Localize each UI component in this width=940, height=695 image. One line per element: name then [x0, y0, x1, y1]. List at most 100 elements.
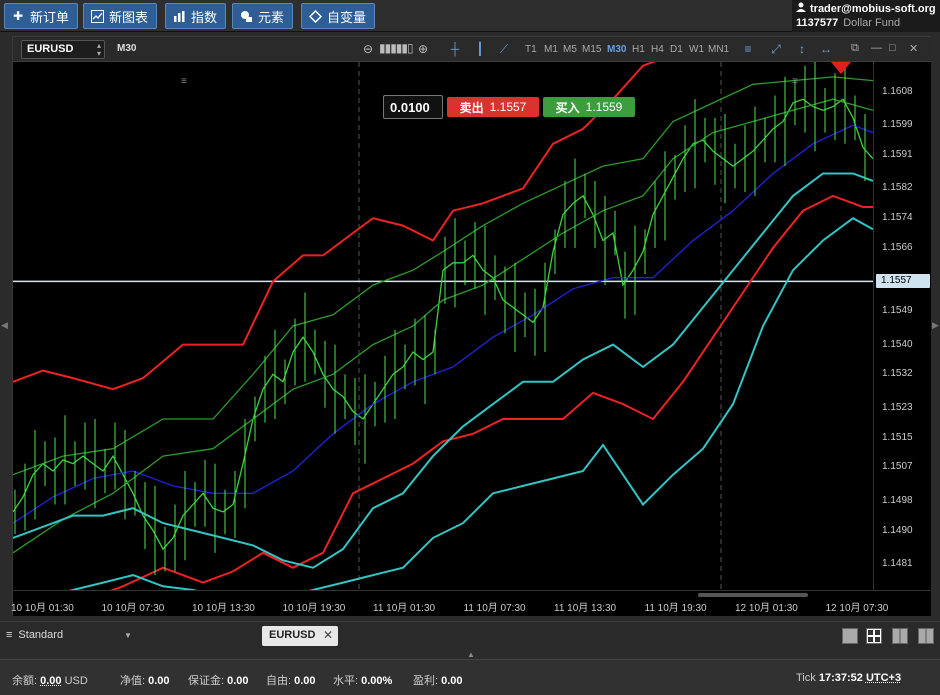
panel-resize-handle-icon[interactable]: ▲	[464, 651, 478, 659]
minimize-window-icon[interactable]: —	[871, 42, 882, 54]
time-tick-label: 11 10月 13:30	[554, 603, 617, 614]
clock-display: Tick 17:37:52 UTC+3	[796, 672, 902, 684]
timeframe-m5[interactable]: M5	[563, 44, 577, 55]
price-tick-label: 1.1574	[882, 212, 913, 224]
current-timeframe: M30	[117, 43, 137, 54]
signal-marker-icon[interactable]	[831, 62, 851, 74]
variables-button[interactable]: 自变量	[301, 3, 376, 29]
symbol-select[interactable]: EURUSD ▴ ▾	[21, 40, 105, 59]
price-axis[interactable]: 1.1608 1.1599 1.1591 1.1582 1.1574 1.1566 1.15…	[873, 62, 931, 590]
account-email: trader@mobius-soft.org	[810, 2, 936, 15]
layout-single-icon[interactable]	[842, 628, 858, 644]
time-tick-label: 11 10月 01:30	[373, 603, 436, 614]
timeframe-mn1[interactable]: MN1	[708, 44, 729, 55]
select-arrows-icon: ▴ ▾	[96, 41, 101, 58]
workspace-select[interactable]: ≡ Standard	[6, 629, 63, 641]
indicator-icon	[172, 9, 186, 23]
elements-button[interactable]: 元素	[232, 3, 294, 29]
chart-window: EURUSD ▴ ▾ M30 ⊖ ▮▮▮▮▮▯ ⊕ ┼ ┃ ⟋ T1 M1 M5 M15…	[11, 36, 931, 616]
new-chart-button[interactable]: 新图表	[83, 3, 158, 29]
timeframe-w1[interactable]: W1	[689, 44, 704, 55]
maximize-window-icon[interactable]: □	[889, 42, 896, 54]
price-chart[interactable]	[13, 62, 873, 590]
bar-chart-type-icon[interactable]: ┼	[448, 42, 462, 56]
series-line-5	[13, 98, 873, 554]
indicators-button[interactable]: 指数	[165, 3, 227, 29]
horizontal-scale-icon[interactable]: ↔	[819, 42, 833, 56]
free-margin-display: 自由: 0.00	[266, 675, 316, 687]
new-order-button[interactable]: ✚ 新订单	[4, 3, 79, 29]
vertical-scale-icon[interactable]: ↕	[795, 42, 809, 56]
price-tick-label: 1.1523	[882, 401, 913, 413]
series-line-4	[13, 76, 873, 476]
menu-icon: ≡	[6, 629, 13, 641]
plus-icon: ✚	[12, 9, 24, 23]
candle-chart-type-icon[interactable]: ┃	[473, 42, 487, 56]
price-tick-label: 1.1507	[882, 461, 913, 473]
layout-columns-icon[interactable]	[892, 628, 908, 644]
left-panel-toggle-icon[interactable]: ◀	[1, 320, 9, 336]
zoom-level-slider[interactable]: ▮▮▮▮▮▯	[379, 41, 414, 55]
server-time: 17:37:52	[818, 672, 863, 684]
timeframe-m15[interactable]: M15	[582, 44, 601, 55]
time-tick-label: 12 10月 01:30	[735, 603, 798, 614]
layout-stacked-icon[interactable]	[918, 628, 934, 644]
timeframe-m1[interactable]: M1	[544, 44, 558, 55]
shapes-icon	[239, 9, 253, 23]
series-line-0	[13, 98, 873, 551]
price-tick-label: 1.1549	[882, 305, 913, 317]
account-panel[interactable]: trader@mobius-soft.org 1137577 Dollar Fu…	[792, 0, 940, 32]
zoom-in-icon[interactable]: ⊕	[418, 42, 428, 56]
price-tick-label: 1.1515	[882, 431, 913, 443]
chart-scrollbar[interactable]	[698, 593, 808, 597]
auto-scroll-icon[interactable]: ⤢	[769, 42, 783, 56]
price-scale-icon[interactable]: ≡	[741, 42, 755, 56]
close-tab-icon[interactable]: ✕	[323, 628, 333, 642]
menu-handle-icon[interactable]: ≡	[181, 76, 187, 87]
time-axis[interactable]: 10 10月 01:30 10 10月 07:30 10 10月 13:30 10 1…	[11, 590, 931, 616]
price-tick-label: 1.1498	[882, 494, 913, 506]
series-line-1	[13, 124, 873, 524]
chevron-down-icon[interactable]: ▼	[124, 631, 132, 640]
time-tick-label: 11 10月 19:30	[644, 603, 707, 614]
zoom-out-icon[interactable]: ⊖	[363, 42, 373, 56]
lot-size-input[interactable]: 0.0100	[383, 95, 443, 119]
time-tick-label: 10 10月 07:30	[101, 603, 165, 614]
timeframe-d1[interactable]: D1	[670, 44, 683, 55]
top-toolbar: ✚ 新订单 新图表 指数 元素 自变量 trader@mobius-soft.o…	[0, 0, 940, 32]
menu-handle-icon[interactable]: ≡	[792, 76, 798, 87]
buy-button[interactable]: 买入 1.1559	[543, 97, 635, 117]
timeframe-m30[interactable]: M30	[607, 44, 626, 55]
layout-grid-icon[interactable]	[866, 628, 882, 644]
balance-value[interactable]: 0.00	[40, 675, 61, 687]
diamond-icon	[308, 9, 322, 23]
price-tick-label: 1.1599	[882, 119, 913, 131]
margin-level-display: 水平: 0.00%	[333, 675, 393, 687]
right-panel-toggle-icon[interactable]: ▶	[932, 320, 940, 336]
close-window-icon[interactable]: ✕	[909, 42, 918, 55]
current-price-label: 1.1557	[876, 274, 930, 289]
line-chart-type-icon[interactable]: ⟋	[497, 42, 511, 56]
profit-display: 盈利: 0.00	[413, 675, 463, 687]
buy-label: 买入	[555, 100, 580, 115]
time-tick-label: 10 10月 19:30	[282, 603, 346, 614]
timeframe-h1[interactable]: H1	[632, 44, 645, 55]
margin-display: 保证金: 0.00	[188, 675, 249, 687]
sell-button[interactable]: 卖出 1.1557	[447, 97, 539, 117]
status-bar: 余额: 0.00 USD 净值: 0.00 保证金: 0.00 自由: 0.00…	[0, 659, 940, 695]
user-icon	[796, 2, 806, 15]
timeframe-h4[interactable]: H4	[651, 44, 664, 55]
chart-icon	[90, 9, 104, 23]
sell-price: 1.1557	[489, 100, 527, 114]
time-tick-label: 10 10月 01:30	[11, 603, 74, 614]
time-tick-label: 11 10月 07:30	[463, 603, 526, 614]
balance-display: 余额: 0.00 USD	[12, 675, 88, 687]
detach-window-icon[interactable]: ⧉	[851, 42, 859, 55]
equity-display: 净值: 0.00	[120, 675, 170, 687]
timezone-select[interactable]: UTC+3	[866, 672, 901, 684]
price-tick-label: 1.1532	[882, 368, 913, 380]
time-tick-label: 12 10月 07:30	[825, 603, 889, 614]
chart-plot-area[interactable]: 0.0100 卖出 1.1557 买入 1.1559 ≡ ≡	[13, 62, 873, 590]
tab-eurusd[interactable]: EURUSD ✕	[262, 626, 338, 646]
timeframe-t1[interactable]: T1	[525, 44, 537, 55]
